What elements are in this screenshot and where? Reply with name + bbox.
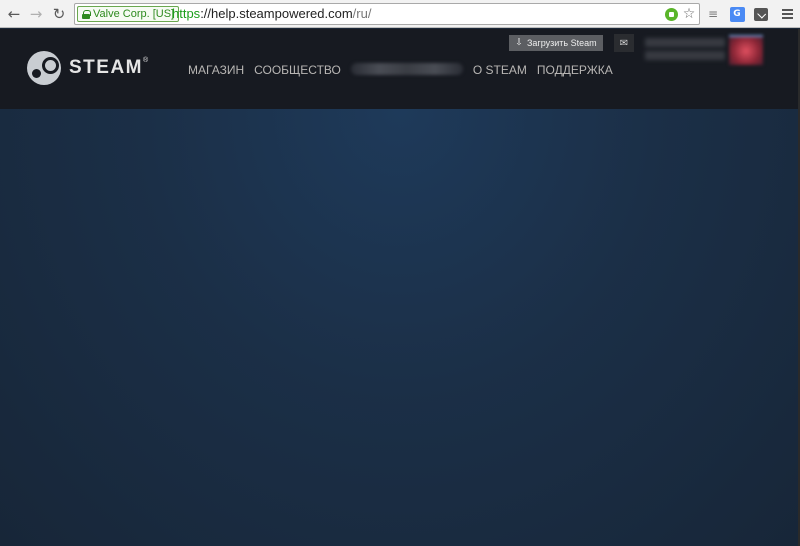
nav-store[interactable]: МАГАЗИН xyxy=(188,63,244,77)
steam-header: STEAM® МАГАЗИН СООБЩЕСТВО О STEAM ПОДДЕР… xyxy=(0,29,800,109)
download-icon: ⇩ xyxy=(515,38,523,48)
nav-community[interactable]: СООБЩЕСТВО xyxy=(254,63,341,77)
star-icon[interactable]: ☆ xyxy=(681,6,697,22)
trademark-symbol: ® xyxy=(143,57,149,64)
back-icon[interactable]: ← xyxy=(4,4,24,24)
nav-support[interactable]: ПОДДЕРЖКА xyxy=(537,63,613,77)
avatar[interactable] xyxy=(729,35,763,65)
ev-certificate-badge[interactable]: Valve Corp. [US] xyxy=(77,6,180,22)
browser-toolbar: ← → ↻ Valve Corp. [US] https://help.stea… xyxy=(0,0,800,28)
ev-certificate-label: Valve Corp. [US] xyxy=(93,8,175,20)
rss-icon[interactable]: ≡ xyxy=(704,5,722,23)
steam-logo-icon xyxy=(27,51,61,85)
translate-icon[interactable]: G xyxy=(728,5,746,23)
logo-text: STEAM xyxy=(69,57,143,78)
install-steam-button[interactable]: ⇩ Загрузить Steam xyxy=(509,35,603,51)
address-bar[interactable]: Valve Corp. [US] https://help.steampower… xyxy=(74,3,700,25)
account-info-redacted[interactable] xyxy=(645,38,725,60)
page-content xyxy=(0,109,800,546)
lock-icon xyxy=(82,9,91,19)
steam-logo[interactable]: STEAM® xyxy=(27,51,148,85)
menu-icon[interactable] xyxy=(778,5,796,23)
pocket-icon[interactable] xyxy=(752,5,770,23)
mail-icon[interactable]: ✉ xyxy=(614,34,634,52)
reload-icon[interactable]: ↻ xyxy=(49,4,69,24)
nav-about[interactable]: О STEAM xyxy=(473,63,527,77)
install-steam-label: Загрузить Steam xyxy=(526,38,597,48)
extension-lock-icon[interactable] xyxy=(663,6,679,22)
url-text[interactable]: https://help.steampowered.com/ru/ xyxy=(172,4,371,24)
main-nav: МАГАЗИН СООБЩЕСТВО О STEAM ПОДДЕРЖКА xyxy=(188,63,613,77)
forward-icon[interactable]: → xyxy=(26,4,46,24)
nav-username-redacted[interactable] xyxy=(350,63,463,75)
